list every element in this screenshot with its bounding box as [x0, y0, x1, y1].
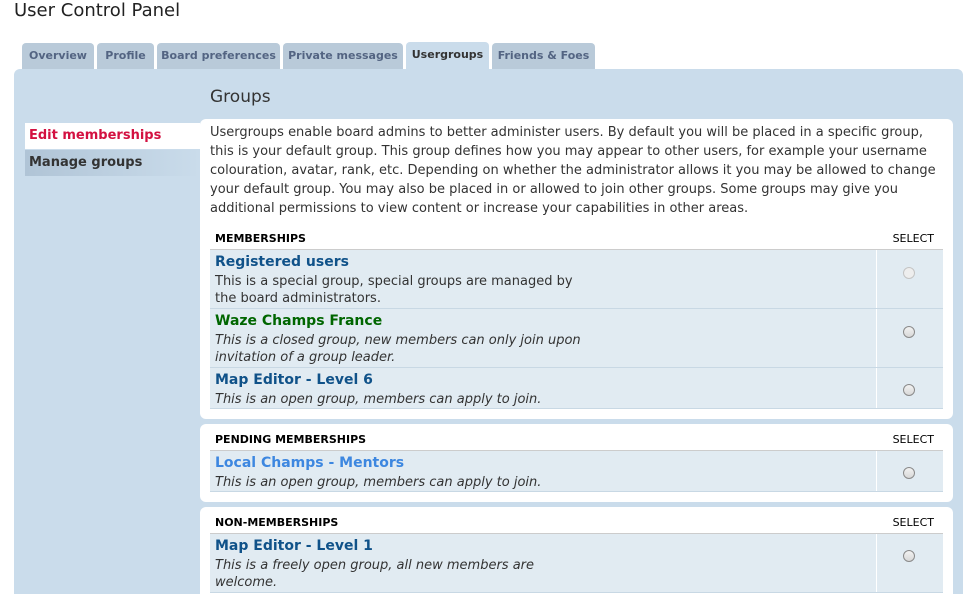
select-radio[interactable]	[903, 467, 915, 479]
intro-text: Usergroups enable board admins to better…	[210, 125, 936, 216]
group-link-registered-users[interactable]: Registered users	[215, 254, 349, 270]
select-column-label: Select	[892, 433, 934, 446]
select-cell	[876, 451, 943, 491]
tab-profile[interactable]: Profile	[97, 43, 154, 69]
sidebar-item-edit-memberships[interactable]: Edit memberships	[25, 123, 200, 149]
group-description: This is an open group, members can apply…	[215, 392, 542, 407]
group-description: This is a closed group, new members can …	[215, 333, 581, 365]
group-description: This is a freely open group, all new mem…	[215, 558, 535, 590]
tab-board-preferences[interactable]: Board preferences	[157, 43, 280, 69]
group-row: Local Champs - Mentors This is an open g…	[210, 451, 943, 492]
select-radio[interactable]	[903, 384, 915, 396]
group-row: Map Editor - Level 6 This is an open gro…	[210, 368, 943, 409]
group-description: This is an open group, members can apply…	[215, 475, 542, 490]
select-column-label: Select	[892, 516, 934, 529]
sidebar-item-manage-groups[interactable]: Manage groups	[25, 150, 200, 176]
memberships-header: Memberships Select	[210, 228, 943, 250]
select-radio[interactable]	[903, 326, 915, 338]
pending-header: Pending memberships Select	[210, 429, 943, 451]
group-link-map-editor-level-6[interactable]: Map Editor - Level 6	[215, 372, 373, 388]
select-radio[interactable]	[903, 550, 915, 562]
page-title: User Control Panel	[14, 0, 181, 21]
select-column-label: Select	[892, 232, 934, 245]
tab-friends-foes[interactable]: Friends & Foes	[492, 43, 595, 69]
group-row: Registered users This is a special group…	[210, 250, 943, 309]
group-row: Map Editor - Level 1 This is a freely op…	[210, 534, 943, 593]
tab-private-messages[interactable]: Private messages	[283, 43, 403, 69]
select-cell	[876, 368, 943, 408]
group-link-map-editor-level-1[interactable]: Map Editor - Level 1	[215, 538, 373, 554]
non-memberships-header: Non-memberships Select	[210, 512, 943, 534]
section-title: Groups	[210, 87, 271, 107]
tab-overview[interactable]: Overview	[22, 43, 94, 69]
select-radio	[903, 267, 915, 279]
memberships-header-label: Memberships	[215, 232, 306, 245]
group-description: This is a special group, special groups …	[215, 274, 573, 306]
group-link-local-champs-mentors[interactable]: Local Champs - Mentors	[215, 455, 404, 471]
select-cell	[876, 250, 943, 308]
pending-header-label: Pending memberships	[215, 433, 367, 446]
group-row: Waze Champs France This is a closed grou…	[210, 309, 943, 368]
non-memberships-header-label: Non-memberships	[215, 516, 339, 529]
select-cell	[876, 309, 943, 367]
tab-usergroups[interactable]: Usergroups	[406, 42, 489, 69]
group-link-waze-champs-france[interactable]: Waze Champs France	[215, 313, 382, 329]
select-cell	[876, 534, 943, 592]
